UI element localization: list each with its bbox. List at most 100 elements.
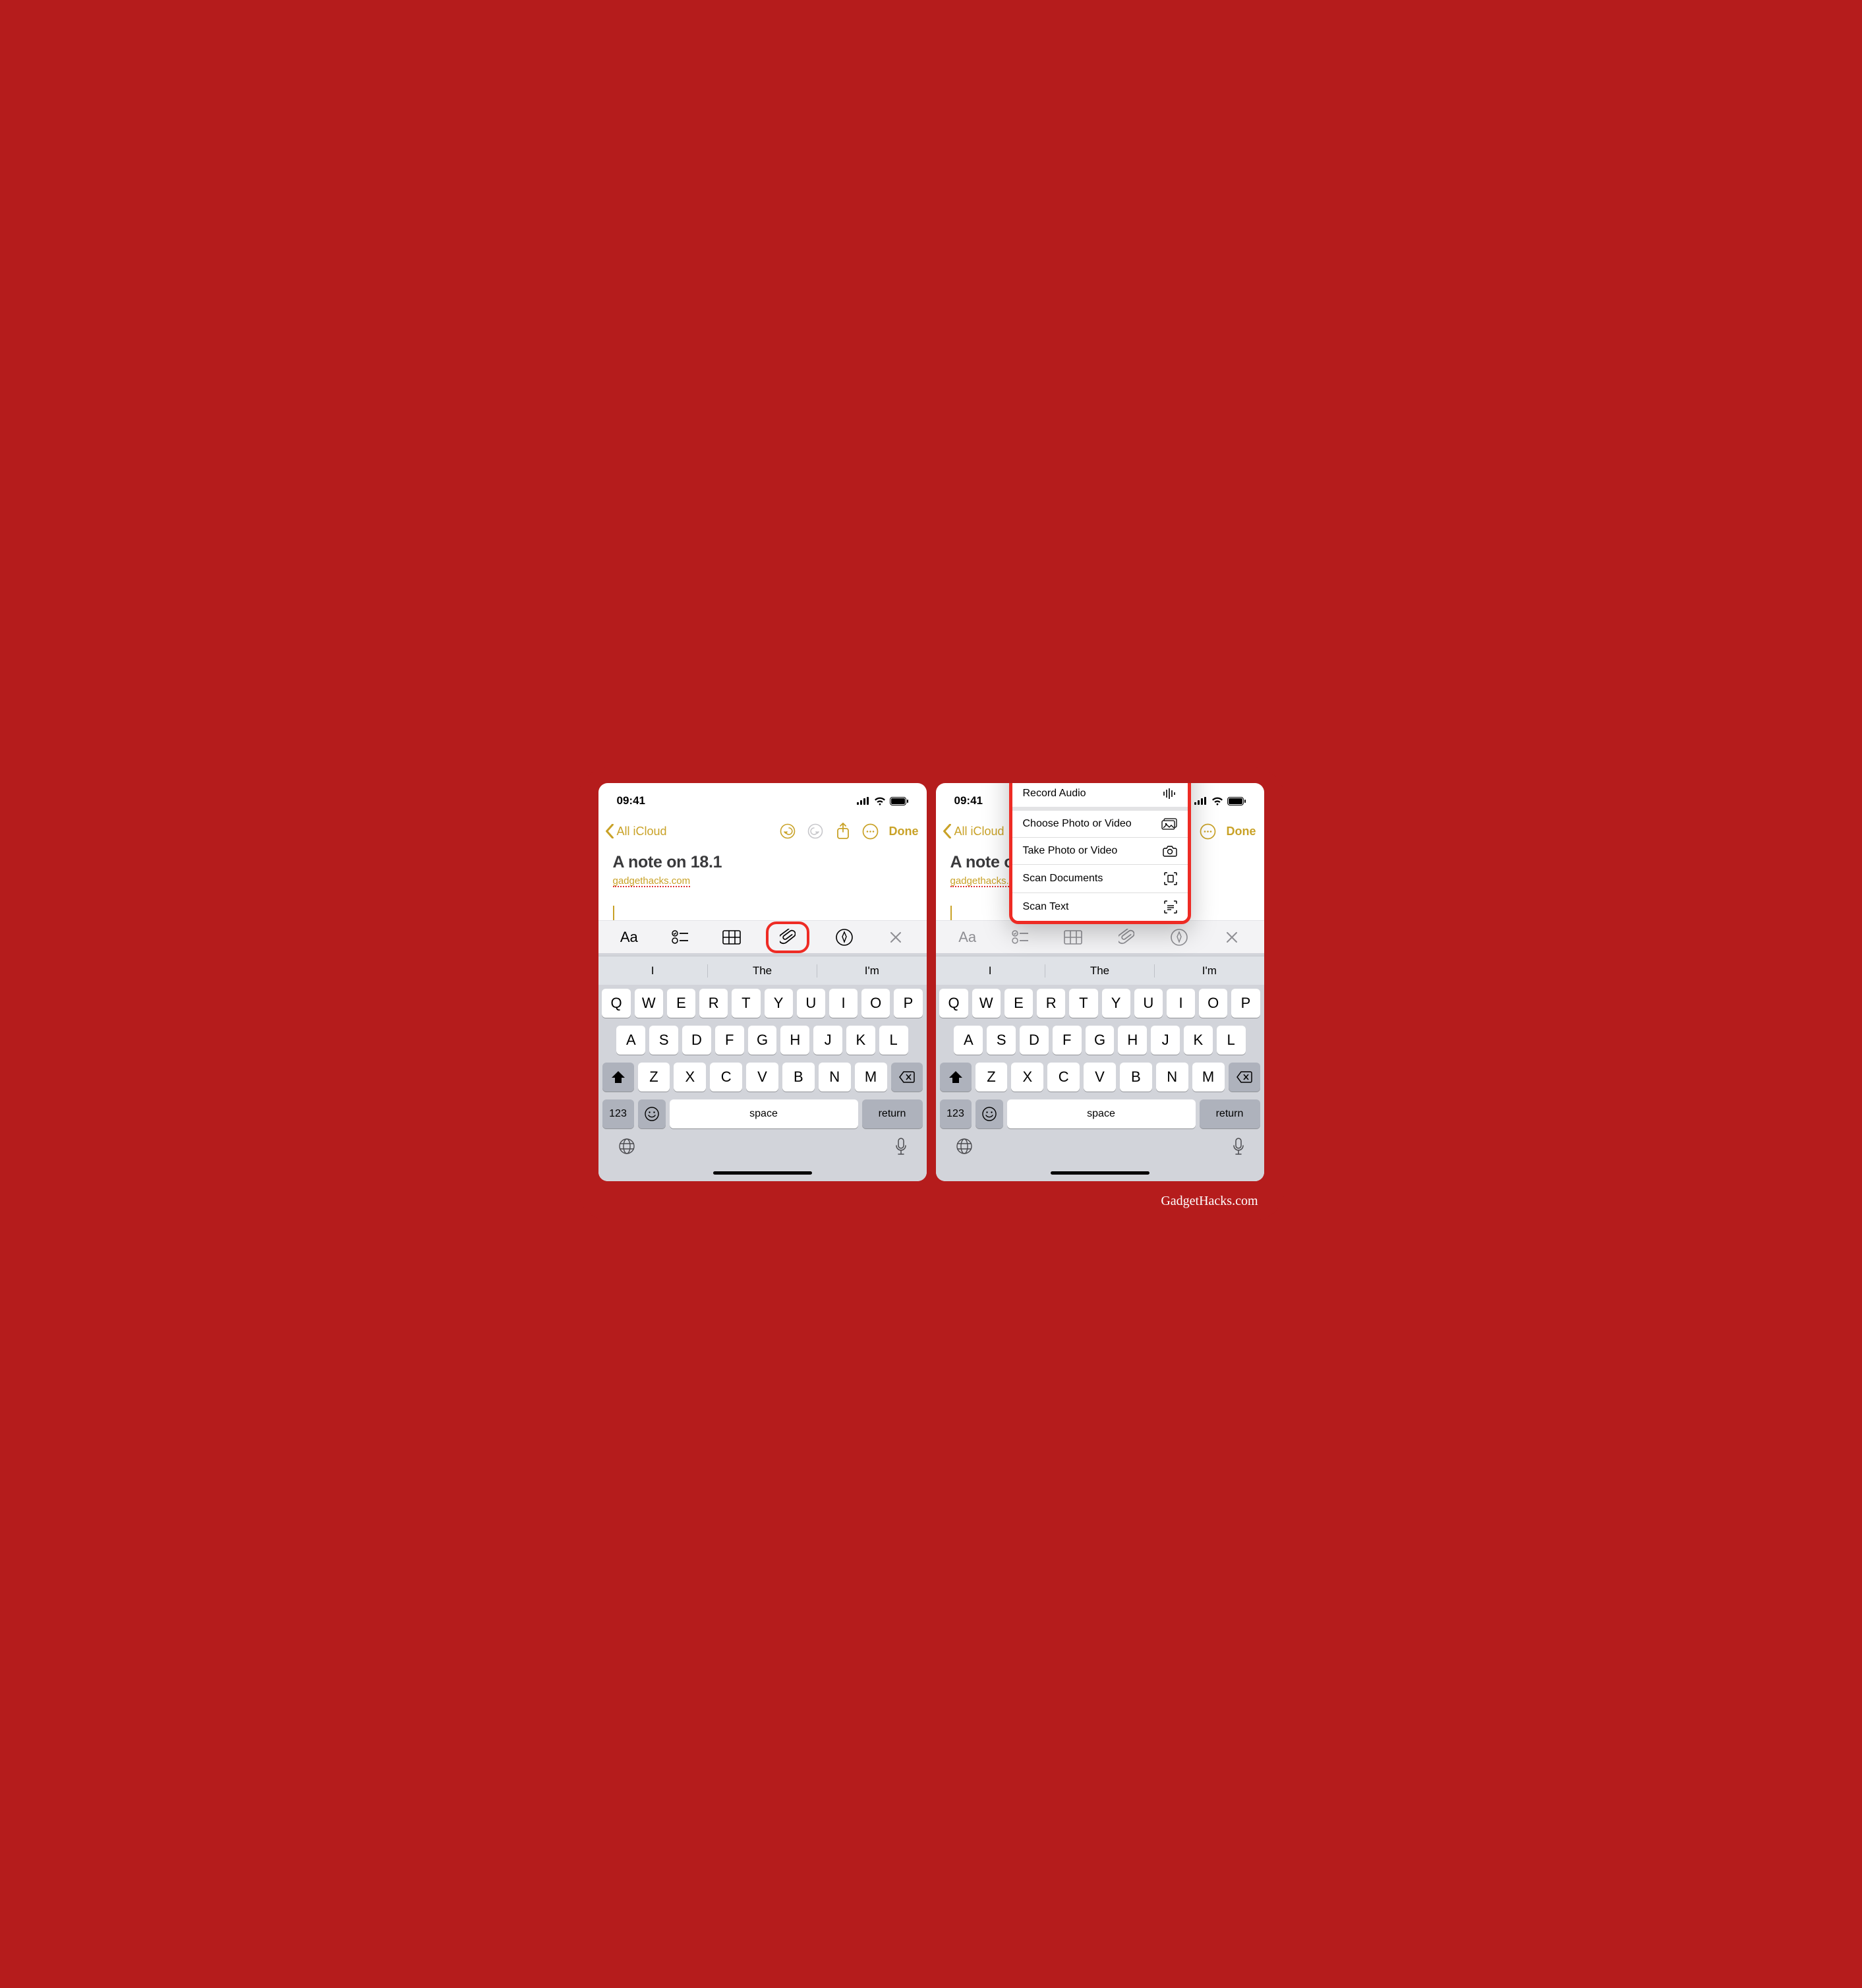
close-toolbar-button[interactable] (1215, 924, 1248, 950)
key-X[interactable]: X (1011, 1063, 1043, 1092)
delete-key[interactable] (1229, 1063, 1260, 1092)
key-V[interactable]: V (746, 1063, 778, 1092)
key-O[interactable]: O (861, 989, 890, 1018)
checklist-button[interactable] (1004, 924, 1037, 950)
more-button[interactable] (1195, 823, 1221, 840)
shift-key[interactable] (940, 1063, 972, 1092)
record-audio-item[interactable]: Record Audio (1012, 783, 1188, 807)
numbers-key[interactable]: 123 (602, 1099, 634, 1128)
key-F[interactable]: F (715, 1026, 744, 1055)
key-B[interactable]: B (782, 1063, 815, 1092)
key-C[interactable]: C (710, 1063, 742, 1092)
key-B[interactable]: B (1120, 1063, 1152, 1092)
key-I[interactable]: I (1167, 989, 1195, 1018)
emoji-key[interactable] (975, 1099, 1003, 1128)
suggestion-2[interactable]: The (708, 964, 817, 978)
choose-photo-item[interactable]: Choose Photo or Video (1012, 811, 1188, 838)
shift-key[interactable] (602, 1063, 634, 1092)
take-photo-item[interactable]: Take Photo or Video (1012, 838, 1188, 865)
scan-text-item[interactable]: Scan Text (1012, 893, 1188, 921)
key-R[interactable]: R (699, 989, 728, 1018)
key-W[interactable]: W (635, 989, 663, 1018)
key-U[interactable]: U (1134, 989, 1163, 1018)
key-Y[interactable]: Y (765, 989, 793, 1018)
home-indicator[interactable] (1051, 1171, 1149, 1175)
key-U[interactable]: U (797, 989, 825, 1018)
mic-icon[interactable] (1233, 1138, 1244, 1156)
key-D[interactable]: D (1020, 1026, 1049, 1055)
markup-button[interactable] (1163, 924, 1196, 950)
back-button[interactable]: All iCloud (604, 824, 667, 838)
key-Z[interactable]: Z (638, 1063, 670, 1092)
key-G[interactable]: G (1086, 1026, 1115, 1055)
key-A[interactable]: A (954, 1026, 983, 1055)
key-S[interactable]: S (987, 1026, 1016, 1055)
key-G[interactable]: G (748, 1026, 777, 1055)
suggestion-3[interactable]: I'm (817, 964, 926, 978)
redo-button[interactable] (802, 823, 829, 839)
table-button[interactable] (715, 924, 748, 950)
mic-icon[interactable] (895, 1138, 907, 1156)
key-X[interactable]: X (674, 1063, 706, 1092)
undo-button[interactable] (774, 823, 801, 839)
back-button[interactable]: All iCloud (941, 824, 1004, 838)
note-editor[interactable]: A note on 18.1 gadgethacks.com (598, 848, 927, 920)
more-button[interactable] (858, 823, 884, 840)
suggestion-2[interactable]: The (1045, 964, 1155, 978)
checklist-button[interactable] (664, 924, 697, 950)
key-I[interactable]: I (829, 989, 858, 1018)
key-Y[interactable]: Y (1102, 989, 1130, 1018)
attach-button[interactable] (1110, 924, 1143, 950)
key-M[interactable]: M (1192, 1063, 1225, 1092)
key-E[interactable]: E (1004, 989, 1033, 1018)
key-Z[interactable]: Z (975, 1063, 1008, 1092)
note-link[interactable]: gadgethacks.com (613, 876, 691, 887)
numbers-key[interactable]: 123 (940, 1099, 972, 1128)
key-K[interactable]: K (846, 1026, 875, 1055)
home-indicator[interactable] (713, 1171, 812, 1175)
key-D[interactable]: D (682, 1026, 711, 1055)
text-format-button[interactable]: Aa (612, 924, 645, 950)
delete-key[interactable] (891, 1063, 923, 1092)
emoji-key[interactable] (638, 1099, 666, 1128)
suggestion-3[interactable]: I'm (1155, 964, 1264, 978)
key-F[interactable]: F (1053, 1026, 1082, 1055)
space-key[interactable]: space (1007, 1099, 1196, 1128)
scan-documents-item[interactable]: Scan Documents (1012, 865, 1188, 893)
return-key[interactable]: return (1200, 1099, 1260, 1128)
key-K[interactable]: K (1184, 1026, 1213, 1055)
text-format-button[interactable]: Aa (951, 924, 984, 950)
key-J[interactable]: J (813, 1026, 842, 1055)
note-editor[interactable]: A note on 18.1 gadgethacks.com Attach Fi… (936, 848, 1264, 920)
key-V[interactable]: V (1084, 1063, 1116, 1092)
markup-button[interactable] (828, 924, 861, 950)
globe-icon[interactable] (618, 1138, 635, 1155)
key-M[interactable]: M (855, 1063, 887, 1092)
key-J[interactable]: J (1151, 1026, 1180, 1055)
done-button[interactable]: Done (1227, 825, 1256, 838)
space-key[interactable]: space (670, 1099, 858, 1128)
suggestion-1[interactable]: I (936, 964, 1045, 978)
close-toolbar-button[interactable] (879, 924, 912, 950)
key-P[interactable]: P (894, 989, 922, 1018)
key-Q[interactable]: Q (939, 989, 968, 1018)
key-H[interactable]: H (780, 1026, 809, 1055)
key-H[interactable]: H (1118, 1026, 1147, 1055)
key-T[interactable]: T (732, 989, 760, 1018)
key-R[interactable]: R (1037, 989, 1065, 1018)
key-P[interactable]: P (1231, 989, 1260, 1018)
key-A[interactable]: A (616, 1026, 645, 1055)
key-T[interactable]: T (1069, 989, 1097, 1018)
share-button[interactable] (830, 823, 856, 840)
key-E[interactable]: E (667, 989, 695, 1018)
attach-button[interactable] (766, 921, 809, 953)
key-S[interactable]: S (649, 1026, 678, 1055)
globe-icon[interactable] (956, 1138, 973, 1155)
key-O[interactable]: O (1199, 989, 1227, 1018)
key-W[interactable]: W (972, 989, 1001, 1018)
key-L[interactable]: L (879, 1026, 908, 1055)
key-L[interactable]: L (1217, 1026, 1246, 1055)
return-key[interactable]: return (862, 1099, 923, 1128)
key-N[interactable]: N (819, 1063, 851, 1092)
done-button[interactable]: Done (889, 825, 919, 838)
